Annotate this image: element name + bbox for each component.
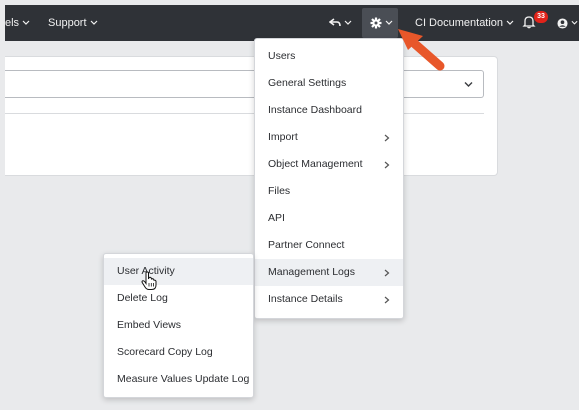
menu-item-instance-details[interactable]: Instance Details [255, 286, 403, 313]
chevron-down-icon [344, 20, 352, 25]
hand-cursor-icon [141, 271, 157, 290]
undo-button[interactable] [328, 5, 352, 41]
submenu-item-delete-log[interactable]: Delete Log [104, 285, 253, 312]
menu-item-import[interactable]: Import [255, 124, 403, 151]
chevron-down-icon [385, 20, 393, 25]
notification-count-badge: 33 [534, 11, 548, 23]
nav-support[interactable]: Support [48, 5, 98, 41]
submenu-item-measure-values-update-log[interactable]: Measure Values Update Log [104, 366, 253, 393]
user-menu-button[interactable] [557, 5, 578, 41]
chevron-down-icon [464, 82, 473, 87]
user-icon [557, 18, 568, 29]
menu-item-api[interactable]: API [255, 205, 403, 232]
chevron-down-icon [22, 20, 30, 25]
settings-button[interactable] [362, 8, 398, 38]
dropdown-select[interactable] [5, 70, 484, 98]
menu-item-instance-dashboard[interactable]: Instance Dashboard [255, 97, 403, 124]
submenu-item-scorecard-copy-log[interactable]: Scorecard Copy Log [104, 339, 253, 366]
notifications-button[interactable] [522, 5, 536, 41]
nav-item-partial[interactable]: els [5, 5, 30, 41]
chevron-right-icon [384, 134, 390, 142]
menu-item-general-settings[interactable]: General Settings [255, 70, 403, 97]
menu-item-users[interactable]: Users [255, 43, 403, 70]
menu-item-files[interactable]: Files [255, 178, 403, 205]
settings-dropdown-menu: Users General Settings Instance Dashboar… [254, 38, 404, 319]
top-nav-bar: els Support CI Documentation 33 [5, 5, 579, 41]
chevron-right-icon [384, 269, 390, 277]
panel-divider [5, 113, 484, 114]
menu-item-object-management[interactable]: Object Management [255, 151, 403, 178]
chevron-right-icon [384, 296, 390, 304]
undo-icon [328, 18, 341, 27]
submenu-item-user-activity[interactable]: User Activity [104, 258, 253, 285]
gear-icon [370, 17, 382, 29]
management-logs-submenu: User Activity Delete Log Embed Views Sco… [103, 253, 254, 398]
menu-item-partner-connect[interactable]: Partner Connect [255, 232, 403, 259]
chevron-down-icon [90, 20, 98, 25]
chevron-right-icon [384, 161, 390, 169]
chevron-down-icon [506, 20, 514, 25]
submenu-item-embed-views[interactable]: Embed Views [104, 312, 253, 339]
annotation-arrow-icon [398, 29, 445, 71]
chevron-down-icon [571, 20, 578, 25]
menu-item-management-logs[interactable]: Management Logs [255, 259, 403, 286]
